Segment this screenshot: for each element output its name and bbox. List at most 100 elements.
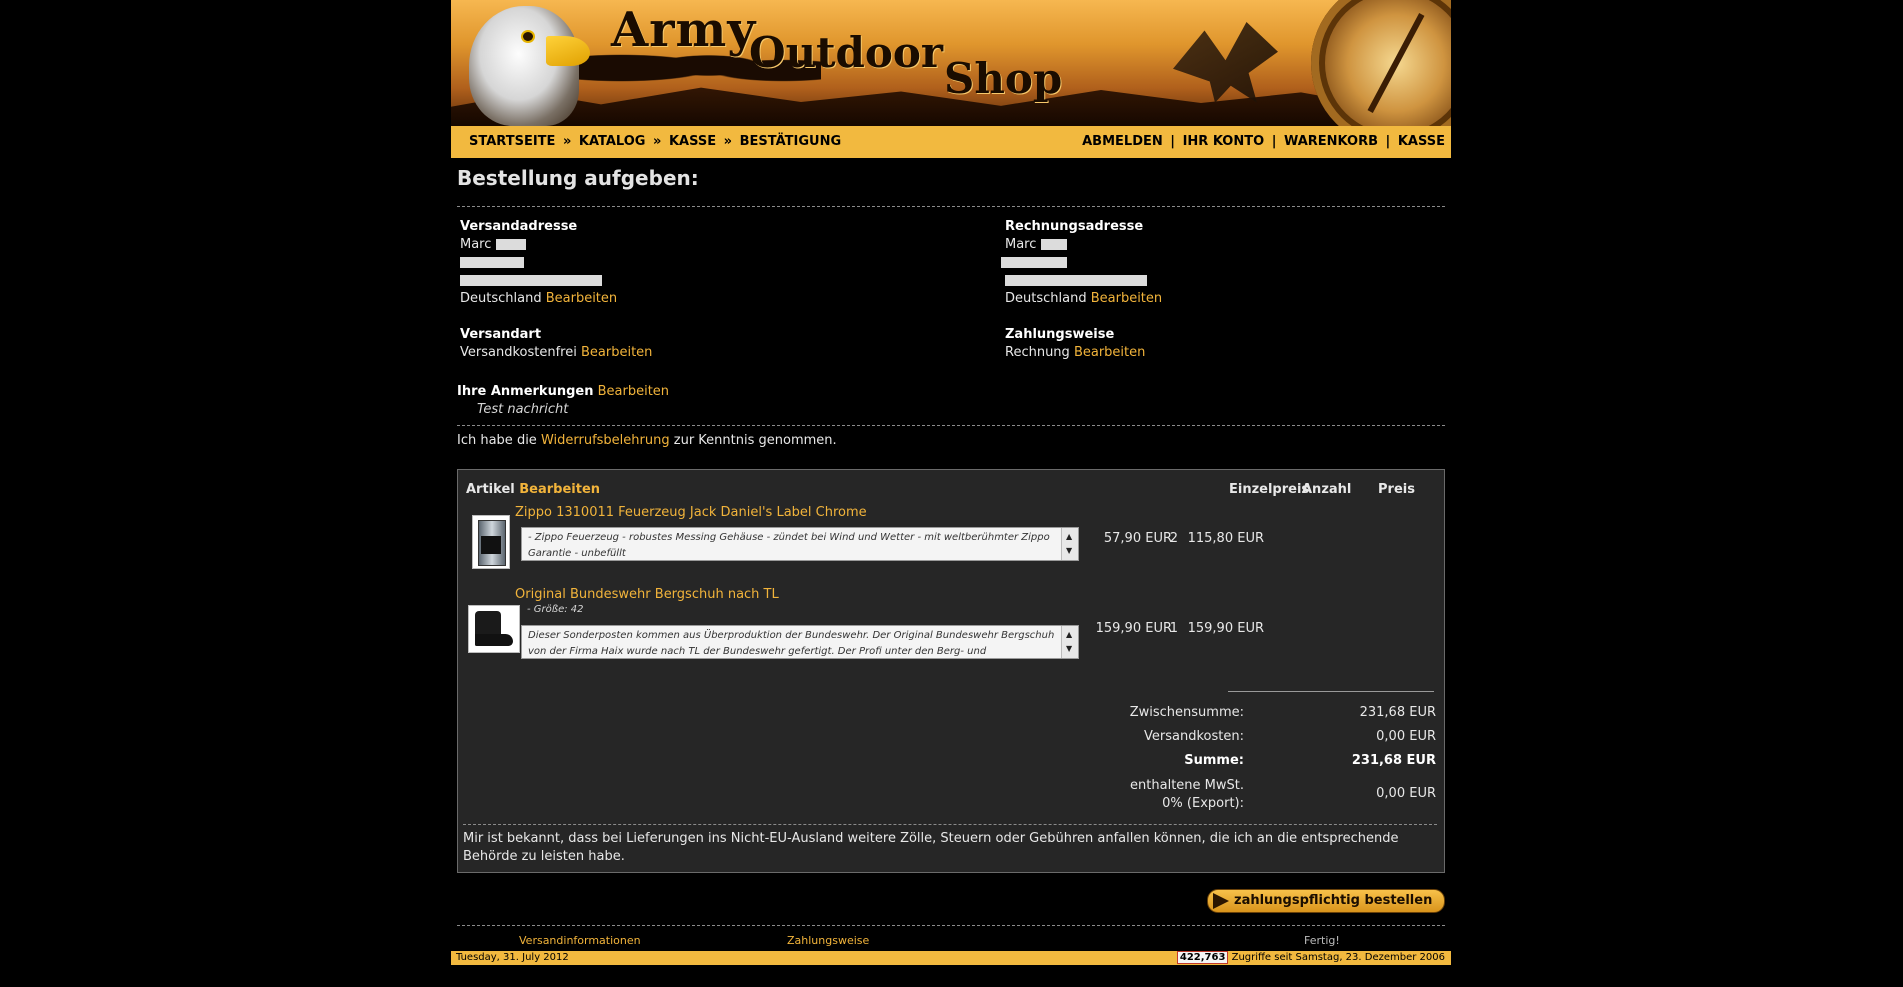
footer-status-text: Fertig! [1304,934,1340,947]
nav-warenkorb[interactable]: WARENKORB [1284,134,1378,149]
article-header: Artikel Bearbeiten [466,482,600,497]
breadcrumb-katalog[interactable]: KATALOG [579,134,646,149]
scrollbar[interactable]: ▲ ▼ [1061,528,1078,560]
visit-counter-value: 422,763 [1176,951,1229,964]
payment-method-value: Rechnung [1005,345,1070,360]
play-arrow-icon [1213,893,1229,909]
edit-billing-address-link[interactable]: Bearbeiten [1091,291,1162,306]
footer-links: Versandinformationen Zahlungsweise Ferti… [451,934,1451,952]
shipping-address-name: Marc [460,237,492,252]
header-banner: Army Outdoor Shop [451,0,1451,126]
shop-logo[interactable]: Army Outdoor Shop [611,0,1251,126]
item-description-text: - Zippo Feuerzeug - robustes Messing Geh… [528,532,1050,559]
withdrawal-notice: Ich habe die Widerrufsbelehrung zur Kenn… [457,432,837,450]
top-nav: ABMELDEN | IHR KONTO | WARENKORB | KASSE [1082,134,1445,149]
nav-separator: | [1385,134,1391,149]
compass-icon [1311,0,1451,126]
edit-payment-method-link[interactable]: Bearbeiten [1074,345,1145,360]
nav-bar: STARTSEITE » KATALOG » KASSE » BESTÄTIGU… [451,126,1451,158]
footer-payment-link[interactable]: Zahlungsweise [787,934,869,947]
article-header-label: Artikel [466,482,515,497]
comments-block: Ihre Anmerkungen Bearbeiten Test nachric… [457,383,669,419]
item-price: 115,80 EUR [1187,531,1264,546]
shipping-address-country: Deutschland [460,291,542,306]
status-bar: Tuesday, 31. July 2012 422,763 Zugriffe … [451,951,1451,965]
eagle-eye-icon [523,32,533,41]
sum-label: Summe: [1184,753,1244,768]
breadcrumb-kasse[interactable]: KASSE [669,134,716,149]
item-description-box[interactable]: Dieser Sonderposten kommen aus Überprodu… [521,625,1079,659]
withdrawal-text-before: Ich habe die [457,433,537,448]
item-name-link[interactable]: Original Bundeswehr Bergschuh nach TL [515,587,779,602]
redacted-text [1001,257,1067,268]
customs-notice: Mir ist bekannt, dass bei Lieferungen in… [463,831,1399,864]
nav-ihr-konto[interactable]: IHR KONTO [1183,134,1265,149]
withdrawal-policy-link[interactable]: Widerrufsbelehrung [541,433,670,448]
visit-counter: 422,763 Zugriffe seit Samstag, 23. Dezem… [1176,951,1445,965]
vat-label: enthaltene MwSt. 0% (Export): [1130,777,1244,813]
divider [457,425,1445,426]
breadcrumb-bestaetigung[interactable]: BESTÄTIGUNG [740,134,842,149]
vat-label-line1: enthaltene MwSt. [1130,778,1244,793]
vat-value: 0,00 EUR [1376,786,1436,801]
divider [457,925,1445,926]
item-description-box[interactable]: - Zippo Feuerzeug - robustes Messing Geh… [521,527,1079,561]
breadcrumb-separator: » [653,134,662,149]
scrollbar[interactable]: ▲ ▼ [1061,626,1078,658]
unit-price-header: Einzelpreis [1229,482,1310,497]
current-date: Tuesday, 31. July 2012 [456,952,569,963]
redacted-text [1005,275,1147,286]
billing-address-country: Deutschland [1005,291,1087,306]
nav-separator: | [1170,134,1176,149]
item-option: - Größe: 42 [527,604,584,615]
shipping-method-heading: Versandart [460,327,542,342]
billing-address-heading: Rechnungsadresse [1005,219,1144,234]
edit-shipping-method-link[interactable]: Bearbeiten [581,345,652,360]
payment-method-heading: Zahlungsweise [1005,327,1115,342]
logo-word-outdoor: Outdoor [749,28,944,77]
quantity-header: Anzahl [1302,482,1352,497]
price-header: Preis [1378,482,1415,497]
footer-shipping-info-link[interactable]: Versandinformationen [519,934,641,947]
nav-abmelden[interactable]: ABMELDEN [1082,134,1163,149]
subtotal-value: 231,68 EUR [1359,705,1436,720]
shipping-method-block: Versandart Versandkostenfrei Bearbeiten [460,326,652,362]
place-order-button[interactable]: zahlungspflichtig bestellen [1207,889,1445,913]
item-name-link[interactable]: Zippo 1310011 Feuerzeug Jack Daniel's La… [515,505,867,520]
redacted-text [495,239,526,250]
shipping-cost-label: Versandkosten: [1144,729,1244,744]
redacted-text [460,275,602,286]
place-order-button-label: zahlungspflichtig bestellen [1234,893,1433,908]
payment-method-block: Zahlungsweise Rechnung Bearbeiten [1005,326,1145,362]
divider [463,824,1437,825]
breadcrumb: STARTSEITE » KATALOG » KASSE » BESTÄTIGU… [469,134,841,149]
redacted-text [1040,239,1067,250]
nav-kasse[interactable]: KASSE [1398,134,1445,149]
totals-divider [1228,691,1434,692]
divider [457,206,1445,207]
sum-value: 231,68 EUR [1351,753,1436,768]
shipping-address-block: Versandadresse Marc Deutschland Bearbeit… [460,218,617,308]
shipping-address-heading: Versandadresse [460,219,578,234]
visit-counter-text: Zugriffe seit Samstag, 23. Dezember 2006 [1231,952,1445,963]
billing-address-name: Marc [1005,237,1037,252]
order-summary-box: Artikel Bearbeiten Einzelpreis Anzahl Pr… [457,469,1445,873]
item-price: 159,90 EUR [1187,621,1264,636]
comments-heading: Ihre Anmerkungen [457,384,594,399]
nav-separator: | [1271,134,1277,149]
edit-articles-link[interactable]: Bearbeiten [519,482,600,497]
breadcrumb-startseite[interactable]: STARTSEITE [469,134,555,149]
boot-icon[interactable] [468,605,520,653]
logo-word-army: Army [611,2,757,58]
zippo-lighter-icon[interactable] [472,515,510,569]
withdrawal-text-after: zur Kenntnis genommen. [673,433,837,448]
eagle-head-icon [469,6,579,126]
comments-value: Test nachricht [477,402,569,417]
edit-comments-link[interactable]: Bearbeiten [598,384,669,399]
logo-word-shop: Shop [944,54,1063,103]
shipping-method-value: Versandkostenfrei [460,345,577,360]
edit-shipping-address-link[interactable]: Bearbeiten [546,291,617,306]
billing-address-block: Rechnungsadresse Marc Deutschland Bearbe… [1001,218,1162,308]
item-description-text: Dieser Sonderposten kommen aus Überprodu… [528,630,1055,657]
breadcrumb-separator: » [723,134,733,149]
